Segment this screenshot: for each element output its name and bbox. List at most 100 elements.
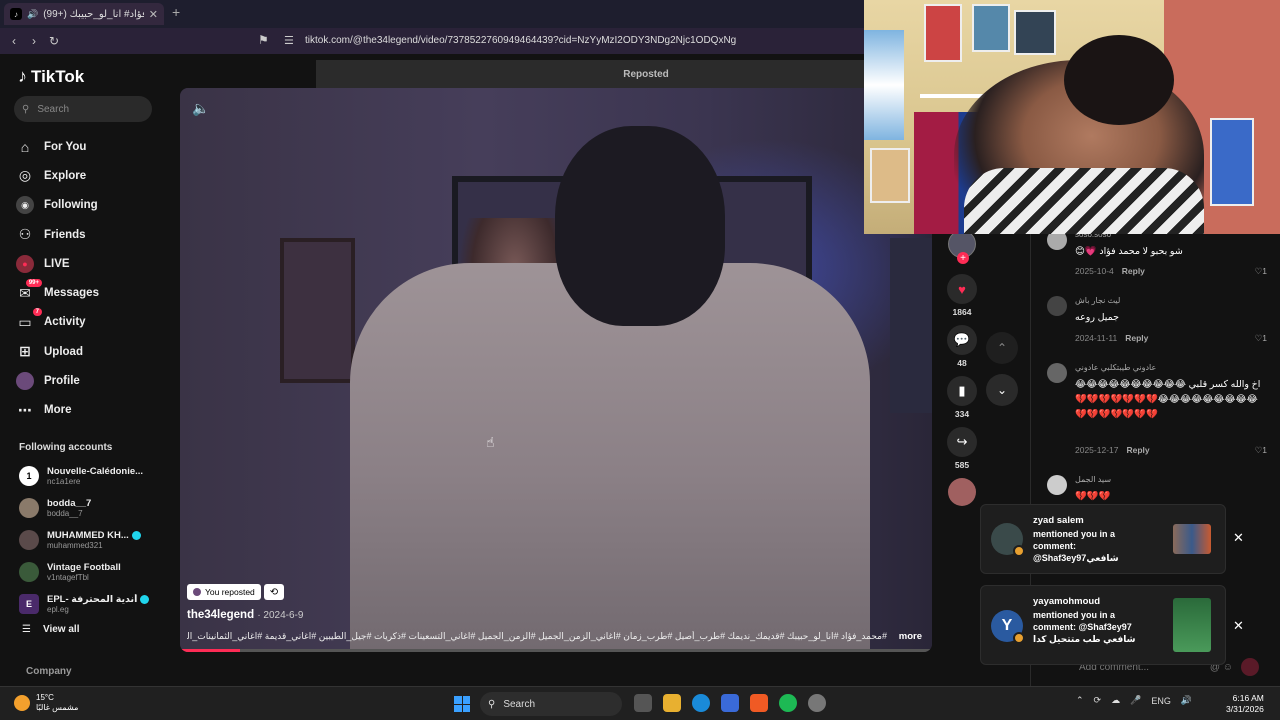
commenter-name[interactable]: ليث نجار باش <box>1075 296 1120 305</box>
commenter-name[interactable]: سيد الجمل <box>1075 475 1111 484</box>
nav-profile[interactable]: ● Profile <box>16 366 166 395</box>
spotify-icon[interactable] <box>779 694 797 712</box>
nav-activity[interactable]: ▭ 7 Activity <box>16 308 166 337</box>
bookmark-icon[interactable]: ▮ <box>947 376 977 406</box>
onedrive-icon[interactable]: ☁ <box>1111 695 1120 706</box>
volume-icon[interactable]: 🔈 <box>192 100 209 117</box>
nav-more[interactable]: ⋯ More <box>16 396 166 425</box>
site-settings-icon[interactable]: ☰ <box>284 34 294 47</box>
post-comment-button[interactable] <box>1241 658 1259 676</box>
music-disc-icon[interactable] <box>948 478 976 506</box>
commenter-avatar[interactable] <box>1047 475 1067 495</box>
chevron-up-icon[interactable]: ⌃ <box>1076 695 1084 706</box>
mention-notification[interactable]: zyad salem mentioned you in a comment: @… <box>980 504 1244 574</box>
file-explorer-icon[interactable] <box>663 694 681 712</box>
author-name: the34legend <box>187 609 255 621</box>
nav-friends[interactable]: ⚇ Friends <box>16 220 166 249</box>
following-account[interactable]: E EPL- أندية المحترفة epl.eg <box>19 588 169 620</box>
settings-icon[interactable] <box>808 694 826 712</box>
new-tab-button[interactable]: + <box>172 4 180 20</box>
company-link[interactable]: Company <box>26 666 72 677</box>
back-icon[interactable]: ‹ <box>4 34 24 48</box>
nav-for-you[interactable]: ⌂ For You <box>16 132 166 161</box>
mention-notification[interactable]: Y yayamohmoud mentioned you in a comment… <box>980 585 1244 665</box>
following-account[interactable]: Vintage Football v1ntagefTbl <box>19 556 169 588</box>
weather-widget[interactable]: 15°C مشمس غالبًا <box>14 693 78 713</box>
creator-avatar[interactable]: + <box>948 230 976 264</box>
language-indicator[interactable]: ENG <box>1151 696 1171 706</box>
comment-icon[interactable]: 💬 <box>947 325 977 355</box>
account-avatar <box>19 498 39 518</box>
clock[interactable]: 6:16 AM 3/31/2026 <box>1226 693 1264 715</box>
save-action[interactable]: ▮ 334 <box>942 376 982 419</box>
weather-text: مشمس غالبًا <box>36 703 79 712</box>
reply-button[interactable]: Reply <box>1122 266 1145 276</box>
forward-icon[interactable]: › <box>24 34 44 48</box>
video-date: · 2024-6-9 <box>257 610 304 621</box>
reload-icon[interactable]: ↻ <box>44 34 64 48</box>
reply-button[interactable]: Reply <box>1126 445 1149 455</box>
video-player[interactable]: 🔈 ☝ You reposted ⟲ the34legend · 2024-6-… <box>180 88 932 652</box>
account-handle: bodda__7 <box>47 509 83 518</box>
video-picture-frame <box>280 238 355 383</box>
speaker-icon[interactable]: 🔊 <box>27 9 38 20</box>
volume-icon[interactable]: 🔊 <box>1181 695 1192 706</box>
clock-time: 6:16 AM <box>1232 693 1264 703</box>
next-video-button[interactable]: ⌄ <box>986 374 1018 406</box>
video-author[interactable]: the34legend · 2024-6-9 <box>187 609 303 621</box>
tab-close-icon[interactable]: ✕ <box>149 8 158 21</box>
close-icon[interactable]: ✕ <box>1233 618 1244 634</box>
tiktok-favicon-icon: ♪ <box>10 8 22 20</box>
video-description: #محمد_فؤاد #انا_لو_حبيبك #قديمك_نديمك #ط… <box>187 631 887 641</box>
activity-glyph: ▭ <box>18 313 32 330</box>
tiktok-note-icon: ♪ <box>18 66 27 86</box>
brave-icon[interactable] <box>750 694 768 712</box>
sync-icon[interactable]: ⟳ <box>1094 695 1102 706</box>
commenter-name[interactable]: عادوني طيبتكلبي عادوني <box>1075 363 1156 372</box>
comment-meta: 2024-11-11 Reply <box>1075 333 1148 343</box>
webcam-overlay <box>864 0 1280 234</box>
like-action[interactable]: ♥ 1864 <box>942 274 982 317</box>
share-icon[interactable]: ↪ <box>947 427 977 457</box>
comment-meta: 2025-12-17 Reply <box>1075 445 1150 455</box>
edge-icon[interactable] <box>692 694 710 712</box>
comment-like[interactable]: ♡1 <box>1255 266 1267 277</box>
start-button[interactable] <box>454 696 470 712</box>
commenter-avatar[interactable] <box>1047 296 1067 316</box>
comment-like[interactable]: ♡1 <box>1255 333 1267 344</box>
search-input[interactable]: ⚲ Search <box>14 96 152 122</box>
previous-video-button[interactable]: ⌃ <box>986 332 1018 364</box>
video-progress-bar[interactable] <box>180 649 932 652</box>
nav-upload[interactable]: ⊞ Upload <box>16 337 166 366</box>
logo-text: TikTok <box>31 66 85 86</box>
comment-action[interactable]: 💬 48 <box>942 325 982 368</box>
heart-icon[interactable]: ♥ <box>947 274 977 304</box>
nav-label: Activity <box>44 316 86 329</box>
commenter-avatar[interactable] <box>1047 363 1067 383</box>
view-all-button[interactable]: ☰ View all <box>22 624 79 635</box>
microphone-icon[interactable]: 🎤 <box>1130 695 1141 706</box>
share-action[interactable]: ↪ 585 <box>942 427 982 470</box>
following-account[interactable]: 1 Nouvelle-Calédonie... nc1a1ere <box>19 460 169 492</box>
browser-tab[interactable]: ♪ 🔊 (99+) محمد_فؤاد# انا_لو_حبيبك#... ✕ <box>4 3 164 25</box>
following-account[interactable]: bodda__7 bodda__7 <box>19 492 169 524</box>
close-icon[interactable]: ✕ <box>1233 530 1244 546</box>
nav-following[interactable]: ◉ Following <box>16 191 166 220</box>
comment-like[interactable]: ♡1 <box>1255 445 1267 456</box>
taskbar-search[interactable]: ⚲ Search <box>480 692 622 716</box>
nav-explore[interactable]: ◎ Explore <box>16 161 166 190</box>
reply-button[interactable]: Reply <box>1125 333 1148 343</box>
description-more-button[interactable]: more <box>899 631 922 642</box>
tiktok-logo[interactable]: ♪ TikTok <box>18 66 84 87</box>
nav-label: Upload <box>44 345 83 358</box>
url-field[interactable]: tiktok.com/@the34legend/video/7378522760… <box>305 35 736 46</box>
account-handle: epl.eg <box>47 605 69 614</box>
follow-plus-icon[interactable]: + <box>957 252 969 264</box>
store-icon[interactable] <box>721 694 739 712</box>
nav-messages[interactable]: ✉ 99+ Messages <box>16 278 166 307</box>
repost-icon[interactable]: ⟲ <box>264 584 284 600</box>
nav-live[interactable]: ● LIVE <box>16 249 166 278</box>
bookmark-icon[interactable]: ⚑ <box>258 33 269 47</box>
task-view-icon[interactable] <box>634 694 652 712</box>
following-account[interactable]: MUHAMMED KH... muhammed321 <box>19 524 169 556</box>
